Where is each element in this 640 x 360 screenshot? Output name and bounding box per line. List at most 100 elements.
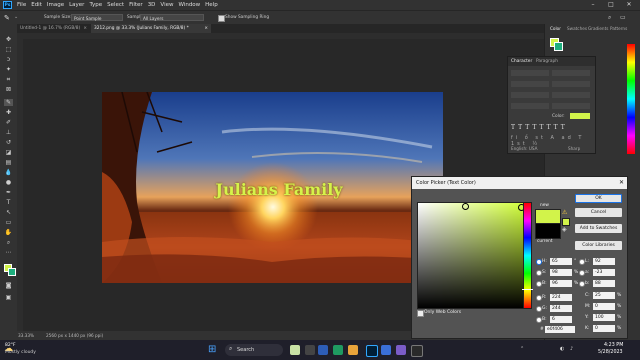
saturation-field[interactable]: 98 xyxy=(550,269,572,276)
edge-icon[interactable] xyxy=(333,345,343,355)
close-icon[interactable]: ✕ xyxy=(619,177,624,189)
text-color-swatch[interactable] xyxy=(570,113,590,119)
hue-slider[interactable] xyxy=(522,202,533,309)
move-tool-icon[interactable]: ✥ xyxy=(4,36,13,43)
gradient-tool-icon[interactable]: ▤ xyxy=(4,159,13,166)
eyedropper-tool-icon[interactable]: ✎ xyxy=(4,14,12,22)
more-tools-icon[interactable]: ⋯ xyxy=(4,249,13,256)
menu-edit[interactable]: Edit xyxy=(31,2,42,8)
language-select[interactable]: English: USA xyxy=(511,146,538,151)
photoshop-taskbar-icon[interactable] xyxy=(366,345,378,357)
windows-start-icon[interactable]: ⊞ xyxy=(208,345,218,355)
menu-view[interactable]: View xyxy=(160,2,173,8)
yellow-field[interactable]: 100 xyxy=(593,314,615,321)
antialias-select[interactable]: Sharp xyxy=(568,146,580,151)
black-field[interactable]: 0 xyxy=(593,325,615,332)
lab-b-field[interactable]: 88 xyxy=(593,280,615,287)
background-color-swatch[interactable] xyxy=(8,268,16,276)
volume-icon[interactable]: ♪ xyxy=(570,346,573,352)
tab-patterns[interactable]: Patterns xyxy=(610,25,627,33)
menu-help[interactable]: Help xyxy=(205,2,218,8)
hue-field[interactable]: 65 xyxy=(550,258,572,265)
tab-untitled[interactable]: Untitled-1 @ 16.7% (RGB/8) × xyxy=(17,24,90,33)
blur-tool-icon[interactable]: 💧 xyxy=(4,169,13,176)
eyedropper-icon[interactable]: ✎ xyxy=(4,99,13,106)
menu-file[interactable]: File xyxy=(17,2,26,8)
tab-swatches[interactable]: Swatches xyxy=(567,25,587,33)
chevron-down-icon[interactable]: ⌄ xyxy=(14,14,18,20)
brush-tool-icon[interactable]: ✐ xyxy=(4,119,13,126)
cyan-field[interactable]: 25 xyxy=(593,292,615,299)
search-icon[interactable]: ⌕ xyxy=(608,14,616,22)
ok-button[interactable]: OK xyxy=(575,194,622,203)
weather-temp[interactable]: 82°F xyxy=(5,343,16,348)
minimize-icon[interactable]: – xyxy=(585,0,601,10)
blue-field[interactable]: 6 xyxy=(550,316,572,323)
dock-background-swatch[interactable] xyxy=(554,42,563,51)
gamut-warning-icon[interactable]: ⚠ xyxy=(562,210,568,216)
opentype-buttons[interactable]: fi ő st A ad T 1st ½ xyxy=(511,135,591,147)
font-size-field[interactable] xyxy=(511,81,549,87)
workspace-icon[interactable]: ▭ xyxy=(620,14,628,22)
taskbar-search-box[interactable]: ⌕ Search xyxy=(225,344,283,356)
vertical-scale-field[interactable] xyxy=(511,103,549,109)
lasso-tool-icon[interactable]: ↄ xyxy=(4,56,13,63)
healing-brush-icon[interactable]: ✚ xyxy=(4,109,13,116)
color-spectrum-bar[interactable] xyxy=(627,44,635,154)
green-field[interactable]: 244 xyxy=(550,305,572,312)
gamut-color-swatch[interactable] xyxy=(562,218,570,226)
hue-slider-handle[interactable] xyxy=(522,289,533,290)
add-to-swatches-button[interactable]: Add to Swatches xyxy=(575,224,622,233)
zoom-level[interactable]: 33.33% xyxy=(18,333,34,338)
menu-layer[interactable]: Layer xyxy=(69,2,84,8)
font-style-buttons[interactable]: TTTTTTTT xyxy=(511,124,591,131)
tab-3212[interactable]: 3212.png @ 33.3% (Julians Family, RGB/8)… xyxy=(91,24,211,33)
web-safe-icon[interactable]: ◈ xyxy=(562,227,568,233)
tracking-field[interactable] xyxy=(552,92,590,98)
magenta-field[interactable]: 0 xyxy=(593,303,615,310)
app-icon-2[interactable] xyxy=(411,345,423,357)
clock-date[interactable]: 5/28/2023 xyxy=(598,350,623,355)
cancel-button[interactable]: Cancel xyxy=(575,208,622,217)
zoom-tool-icon[interactable]: ⌕ xyxy=(4,239,13,246)
tab-paragraph[interactable]: Paragraph xyxy=(536,59,558,64)
network-icon[interactable]: ◐ xyxy=(560,346,564,352)
widgets-icon[interactable] xyxy=(290,345,300,355)
crop-tool-icon[interactable]: ⌗ xyxy=(4,76,13,83)
tab-close-icon[interactable]: × xyxy=(204,24,208,33)
quick-select-tool-icon[interactable]: ✦ xyxy=(4,66,13,73)
sample-select[interactable]: All Layers xyxy=(140,14,204,21)
lab-l-field[interactable]: 92 xyxy=(593,258,615,265)
lab-a-field[interactable]: -23 xyxy=(593,269,615,276)
tab-character[interactable]: Character xyxy=(511,59,532,64)
quick-mask-icon[interactable]: ◙ xyxy=(4,282,13,289)
stamp-tool-icon[interactable]: ⊥ xyxy=(4,129,13,136)
tab-color[interactable]: Color xyxy=(550,25,561,33)
menu-select[interactable]: Select xyxy=(107,2,124,8)
app-icon[interactable] xyxy=(396,345,406,355)
color-cursor[interactable] xyxy=(462,203,469,210)
horizontal-scale-field[interactable] xyxy=(552,103,590,109)
color-libraries-button[interactable]: Color Libraries xyxy=(575,241,622,250)
brightness-field[interactable]: 96 xyxy=(550,280,572,287)
current-color-swatch[interactable] xyxy=(535,223,561,239)
font-style-select[interactable] xyxy=(552,70,590,76)
tab-close-icon[interactable]: × xyxy=(83,24,87,33)
path-select-icon[interactable]: ↖ xyxy=(4,209,13,216)
red-field[interactable]: 224 xyxy=(550,294,572,301)
canvas-text-layer[interactable]: Julians Family xyxy=(194,180,364,199)
clock-time[interactable]: 4:23 PM xyxy=(604,343,623,348)
font-family-select[interactable] xyxy=(511,70,549,76)
frame-tool-icon[interactable]: ⊠ xyxy=(4,86,13,93)
tab-gradients[interactable]: Gradients xyxy=(588,25,608,33)
task-view-icon[interactable] xyxy=(305,345,315,355)
saturation-brightness-field[interactable] xyxy=(417,202,525,309)
type-tool-icon[interactable]: T xyxy=(4,199,13,206)
sample-size-select[interactable]: Point Sample xyxy=(71,14,123,21)
explorer-icon[interactable] xyxy=(348,345,358,355)
menu-filter[interactable]: Filter xyxy=(129,2,143,8)
maximize-icon[interactable]: □ xyxy=(603,0,619,10)
dodge-tool-icon[interactable]: ● xyxy=(4,179,13,186)
leading-field[interactable] xyxy=(552,81,590,87)
menu-type[interactable]: Type xyxy=(89,2,102,8)
